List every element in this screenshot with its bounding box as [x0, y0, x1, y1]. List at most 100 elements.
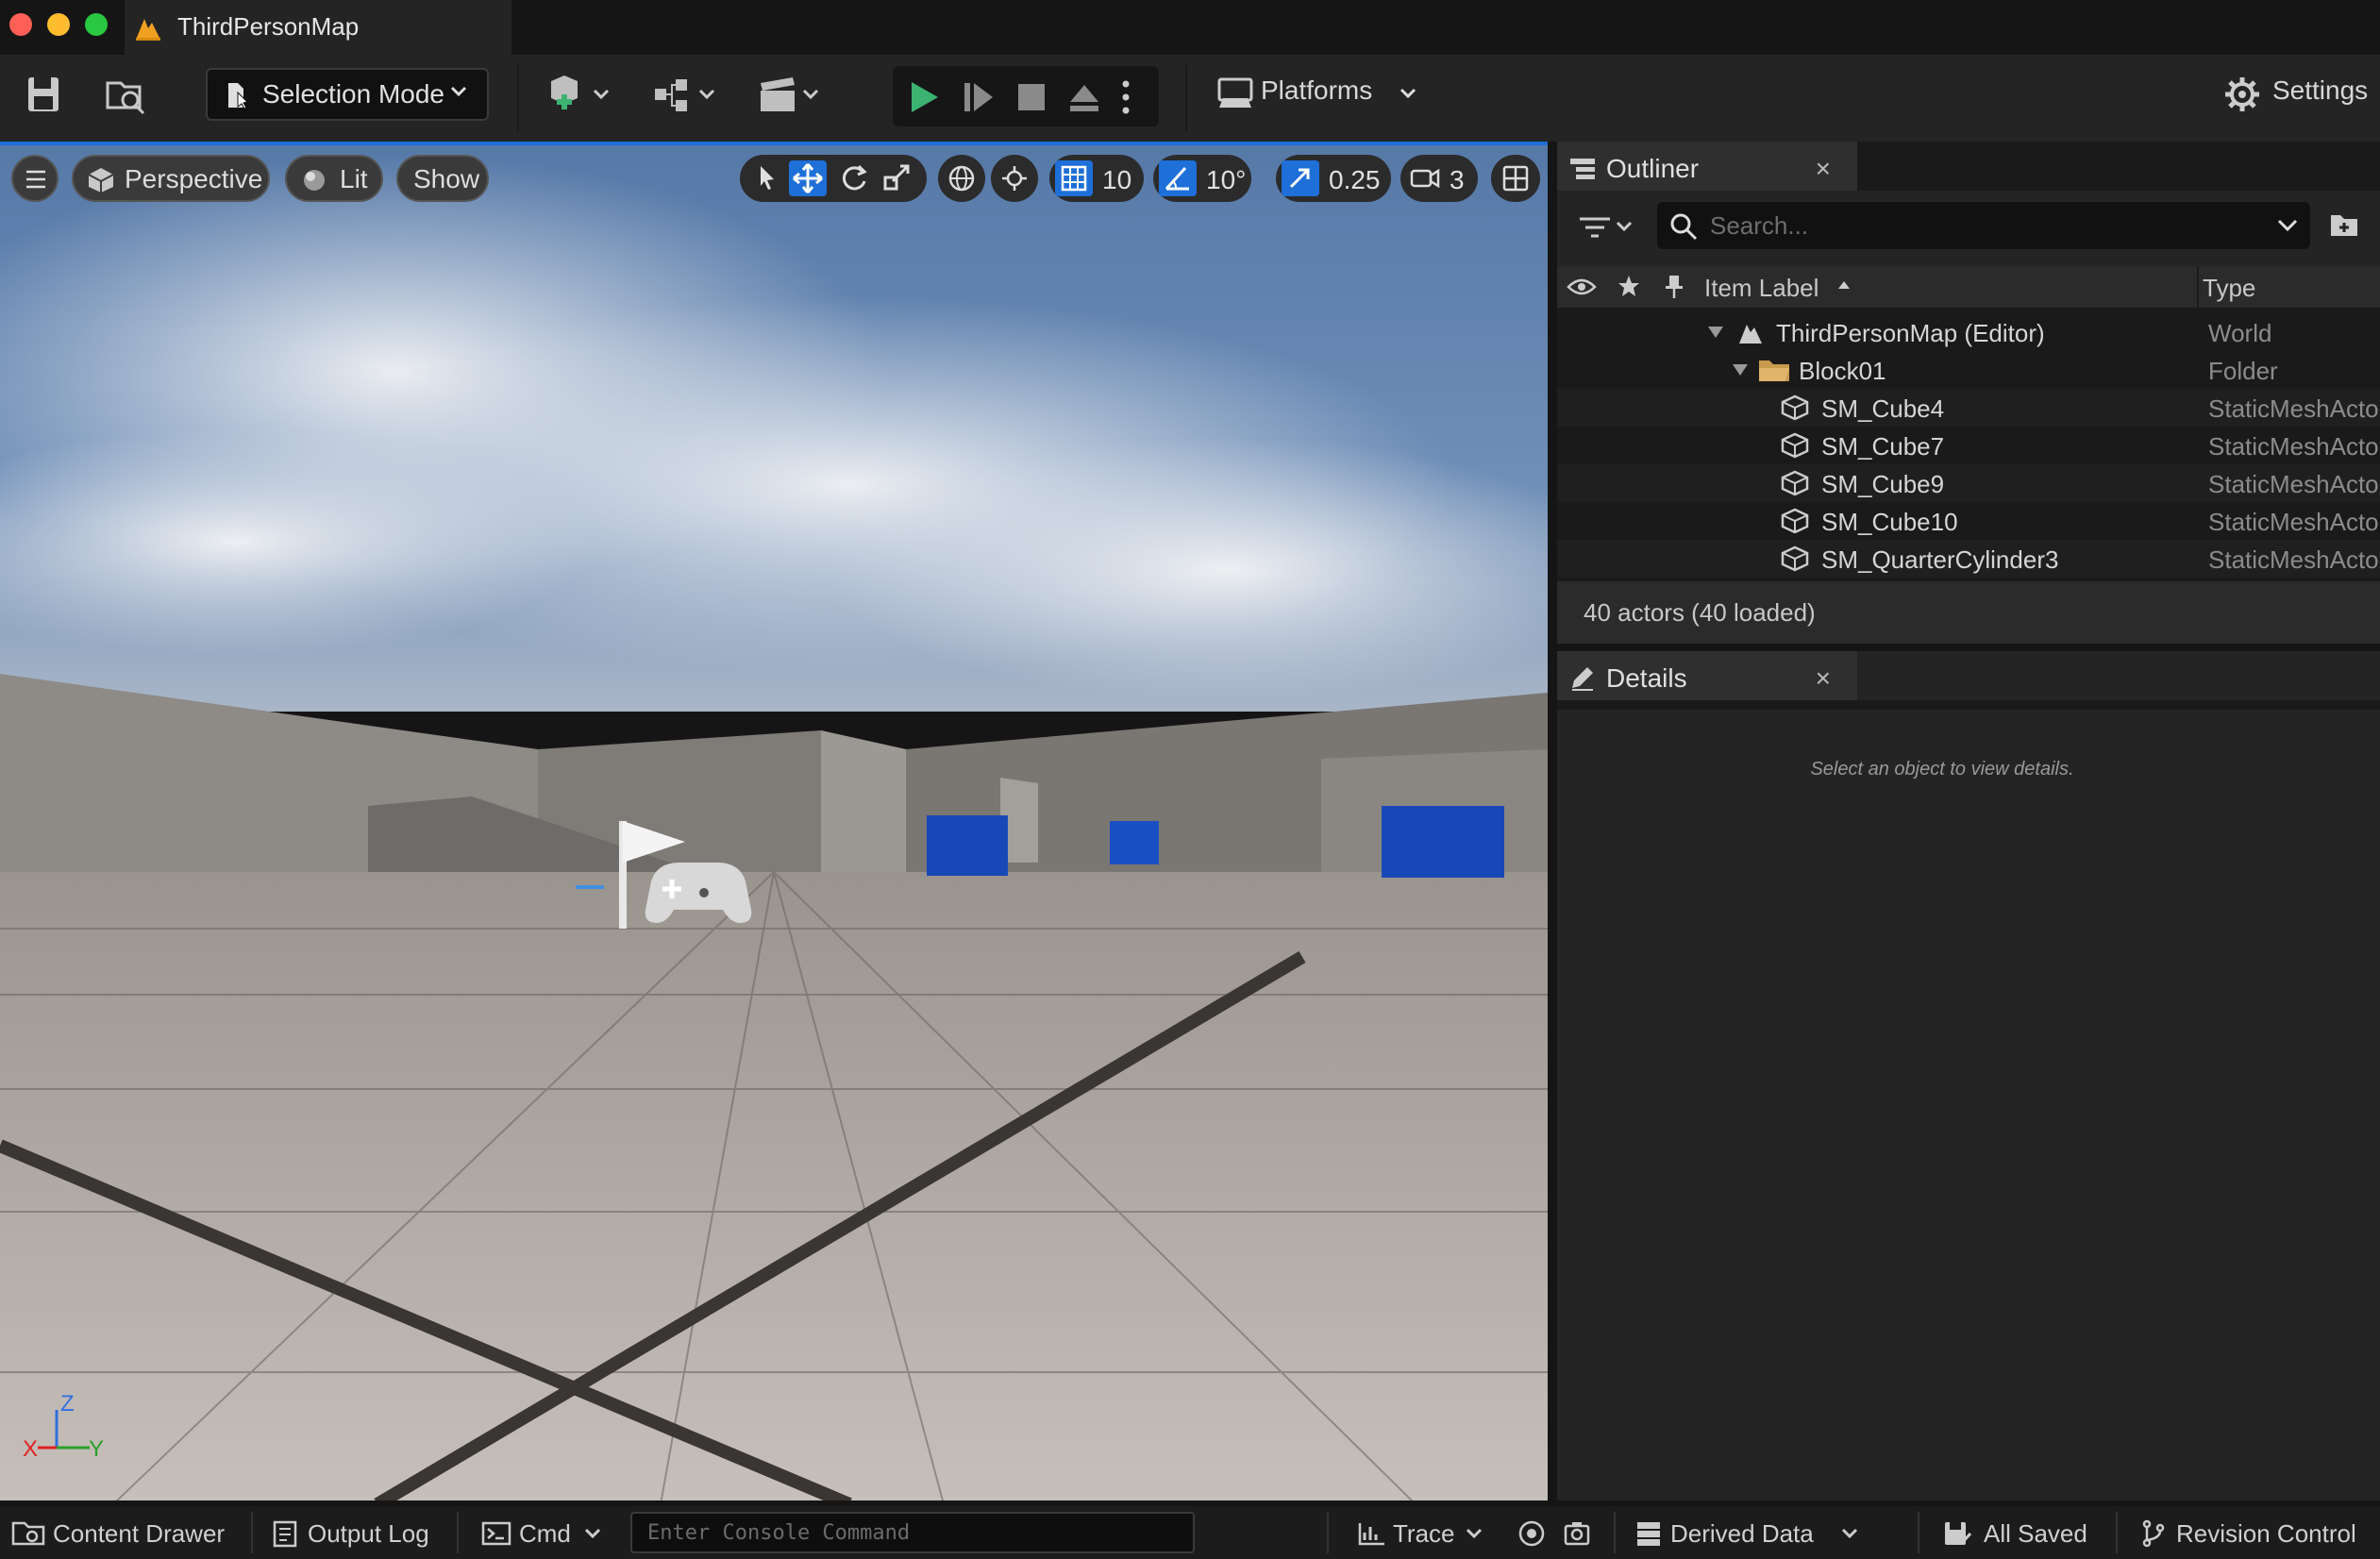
item-label-column-header[interactable]: Item Label	[1704, 274, 1819, 303]
expand-arrow-icon[interactable]	[1706, 325, 1725, 340]
outliner-footer: 40 actors (40 loaded)	[1557, 581, 2380, 644]
more-options-icon[interactable]	[1119, 79, 1132, 115]
move-tool-button[interactable]	[789, 160, 827, 196]
status-separator	[457, 1512, 459, 1553]
column-divider[interactable]	[2197, 266, 2199, 308]
all-saved-button[interactable]: All Saved	[1938, 1506, 2101, 1559]
camera-speed-value: 3	[1450, 165, 1465, 194]
maximize-window-button[interactable]	[85, 13, 108, 36]
chevron-down-icon	[449, 81, 468, 100]
view-mode-button[interactable]: Lit	[285, 155, 383, 202]
platforms-dropdown[interactable]: Platforms	[1212, 68, 1419, 121]
type-column-header[interactable]: Type	[2203, 274, 2255, 303]
row-label: SM_Cube4	[1821, 394, 1945, 423]
add-actor-icon[interactable]	[545, 74, 617, 117]
level-icon	[132, 11, 164, 43]
axis-z-label: Z	[60, 1391, 75, 1417]
details-tab[interactable]: Details ×	[1557, 651, 1857, 700]
level-icon	[1736, 319, 1765, 345]
cinematics-icon[interactable]	[755, 74, 827, 117]
settings-button[interactable]: Settings	[2220, 68, 2380, 121]
add-folder-icon[interactable]	[2329, 210, 2367, 243]
rotate-tool-button[interactable]	[834, 160, 872, 196]
chevron-down-icon	[1840, 1525, 1859, 1542]
search-placeholder: Search...	[1710, 211, 1809, 240]
outliner-search-row: Search...	[1557, 191, 2380, 266]
expand-arrow-icon[interactable]	[1731, 362, 1750, 377]
close-window-button[interactable]	[9, 13, 32, 36]
close-icon[interactable]: ×	[1816, 154, 1831, 184]
filter-icon[interactable]	[1576, 213, 1634, 243]
console-input[interactable]	[632, 1514, 1193, 1551]
platforms-label: Platforms	[1261, 75, 1373, 105]
level-viewport[interactable]: Perspective Lit Show 10 10° 0.25 3 Z X Y	[0, 142, 1548, 1500]
console-command-field[interactable]	[630, 1512, 1195, 1553]
outliner-row-actor[interactable]: SM_Cube4 StaticMeshActor	[1557, 389, 2380, 427]
outliner-header: Item Label Type	[1557, 266, 2380, 308]
visibility-eye-icon[interactable]	[1567, 276, 1597, 298]
viewport-menu-button[interactable]	[11, 155, 59, 202]
output-log-button[interactable]: Output Log	[264, 1506, 449, 1559]
outliner-row-actor[interactable]: SM_Cube10 StaticMeshActor	[1557, 502, 2380, 540]
chevron-down-icon[interactable]	[2276, 215, 2299, 236]
row-type: StaticMeshActor	[2208, 545, 2380, 574]
grid-snap-value: 10	[1102, 165, 1132, 194]
favorite-star-icon[interactable]	[1617, 274, 1640, 298]
row-label: SM_Cube10	[1821, 508, 1958, 536]
status-separator	[2116, 1512, 2118, 1553]
viewport-layout-button[interactable]	[1491, 155, 1540, 202]
sort-ascending-icon	[1836, 279, 1852, 291]
content-drawer-button[interactable]: Content Drawer	[0, 1506, 247, 1559]
terminal-icon	[481, 1521, 511, 1546]
surface-snap-button[interactable]	[991, 155, 1038, 202]
row-type: StaticMeshActor	[2208, 470, 2380, 498]
derived-data-dropdown[interactable]: Derived Data	[1631, 1506, 1876, 1559]
select-tool-button[interactable]	[747, 160, 785, 196]
selection-mode-dropdown[interactable]: Selection Mode	[206, 68, 489, 121]
outliner-row-actor[interactable]: SM_QuarterCylinder3 StaticMeshActor	[1557, 540, 2380, 578]
perspective-button[interactable]: Perspective	[72, 155, 270, 202]
cmd-dropdown[interactable]: Cmd	[472, 1506, 623, 1559]
minimize-window-button[interactable]	[47, 13, 70, 36]
outliner-row-folder[interactable]: Block01 Folder	[1557, 351, 2380, 389]
coordinate-system-button[interactable]	[938, 155, 985, 202]
level-tab[interactable]: ThirdPersonMap	[125, 0, 511, 55]
close-icon[interactable]: ×	[1816, 663, 1831, 694]
show-button[interactable]: Show	[396, 155, 489, 202]
rotation-snap-toggle[interactable]: 10°	[1153, 155, 1251, 202]
details-tab-strip	[1557, 700, 2380, 710]
details-title: Details	[1606, 663, 1687, 693]
save-status-icon	[1942, 1519, 1972, 1548]
pin-icon[interactable]	[1663, 274, 1685, 300]
outliner-row-world[interactable]: ThirdPersonMap (Editor) World	[1557, 313, 2380, 351]
pencil-icon	[1568, 663, 1597, 692]
search-icon	[1668, 211, 1699, 242]
browse-icon[interactable]	[104, 74, 147, 117]
outliner-row-actor[interactable]: SM_Cube9 StaticMeshActor	[1557, 464, 2380, 502]
record-icon[interactable]	[1517, 1519, 1546, 1548]
outliner-row-actor[interactable]: SM_Cube7 StaticMeshActor	[1557, 427, 2380, 464]
camera-speed-button[interactable]: 3	[1400, 155, 1478, 202]
outliner-tab[interactable]: Outliner ×	[1557, 142, 1857, 191]
grid-snap-toggle[interactable]: 10	[1049, 155, 1144, 202]
scale-snap-toggle[interactable]: 0.25	[1276, 155, 1391, 202]
save-icon[interactable]	[25, 74, 62, 115]
trace-dropdown[interactable]: Trace	[1353, 1506, 1495, 1559]
trace-icon	[1357, 1519, 1387, 1548]
revision-control-button[interactable]: Revision Control	[2135, 1506, 2380, 1559]
settings-label: Settings	[2272, 75, 2369, 105]
eject-icon[interactable]	[1066, 79, 1102, 115]
outliner-icon	[1568, 156, 1597, 182]
outliner-search-field[interactable]: Search...	[1657, 202, 2310, 249]
stop-icon[interactable]	[1014, 79, 1049, 115]
step-icon[interactable]	[961, 79, 997, 115]
camera-icon	[1410, 166, 1440, 191]
blueprint-icon[interactable]	[651, 74, 723, 117]
scale-tool-button[interactable]	[878, 160, 915, 196]
perspective-label: Perspective	[125, 164, 263, 193]
lit-label: Lit	[340, 164, 368, 193]
play-icon[interactable]	[906, 79, 942, 115]
viewport-scene	[0, 145, 1548, 1500]
screenshot-icon[interactable]	[1563, 1519, 1591, 1548]
transform-tools-group	[740, 155, 927, 202]
